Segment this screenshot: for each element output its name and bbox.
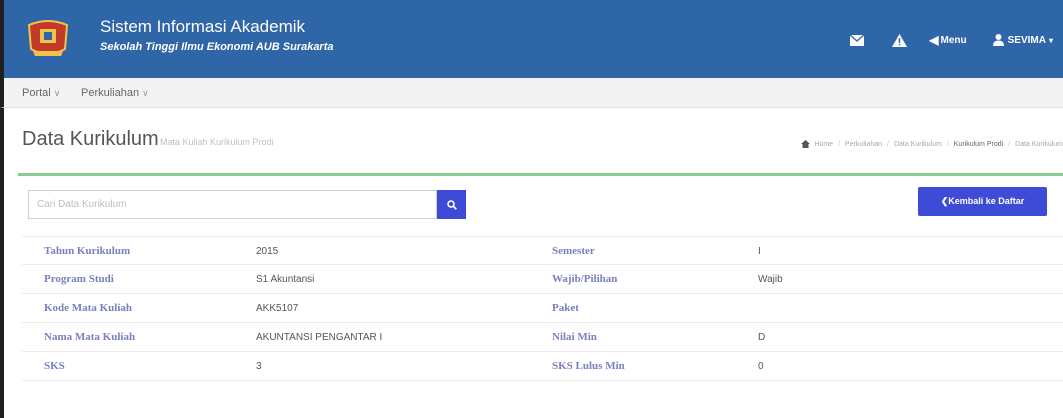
warning-icon[interactable]: [891, 32, 907, 48]
search-input[interactable]: [28, 190, 437, 219]
breadcrumb-separator: /: [887, 140, 889, 148]
detail-row: Kode Mata Kuliah AKK5107 Paket: [22, 294, 1063, 323]
field-label: SKS Lulus Min: [552, 360, 625, 372]
field-label: Tahun Kurikulum: [44, 245, 131, 257]
user-icon: [992, 34, 1004, 46]
caret-down-icon: ∨: [53, 88, 61, 98]
content-panel: ❮Kembali ke Daftar Tahun Kurikulum 2015 …: [0, 168, 1063, 418]
breadcrumb-separator: /: [946, 140, 949, 148]
top-bar: Sistem Informasi Akademik Sekolah Tinggi…: [0, 0, 1063, 78]
caret-down-icon: ▾: [1048, 35, 1053, 45]
user-label: SEVIMA: [1007, 34, 1046, 46]
top-nav: ◀ Menu SEVIMA ▾: [849, 30, 1053, 50]
breadcrumb-current: Data Kurikulum: [1015, 140, 1063, 148]
nav-item-label: Portal: [22, 87, 51, 99]
field-label: Nama Mata Kuliah: [44, 331, 136, 343]
page-subtitle: Mata Kuliah Kurikulum Prodi: [160, 137, 274, 147]
field-value: 2015: [256, 246, 279, 257]
field-label: Program Studi: [44, 273, 114, 285]
menu-arrow-icon: ◀: [929, 33, 939, 47]
home-icon: [801, 140, 811, 148]
field-value: Wajib: [758, 274, 783, 285]
search-icon: [446, 199, 457, 210]
nav-item-portal[interactable]: Portal ∨: [22, 87, 60, 99]
field-value: I: [758, 246, 761, 257]
field-label: Nilai Min: [552, 331, 597, 343]
back-to-list-button[interactable]: ❮Kembali ke Daftar: [918, 187, 1047, 216]
mail-icon[interactable]: [849, 32, 865, 48]
breadcrumb-separator: /: [1008, 140, 1011, 148]
breadcrumb-perkuliahan[interactable]: Perkuliahan: [845, 141, 882, 148]
breadcrumb-home[interactable]: Home: [814, 141, 833, 148]
field-label: Kode Mata Kuliah: [44, 302, 133, 314]
breadcrumb-data-kurikulum[interactable]: Data Kurikulum: [894, 141, 942, 148]
field-value: 3: [256, 361, 262, 372]
search-button[interactable]: [437, 190, 466, 219]
detail-table: Tahun Kurikulum 2015 Semester I Program …: [22, 236, 1063, 381]
logo: [25, 19, 71, 59]
detail-row: Program Studi S1 Akuntansi Wajib/Pilihan…: [22, 265, 1063, 294]
breadcrumb: Home / Perkuliahan / Data Kurikulum / Ku…: [801, 140, 1063, 148]
breadcrumb-kurikulum-prodi[interactable]: Kurikulum Prodi: [954, 141, 1003, 148]
page-title: Data Kurikulum: [22, 128, 159, 150]
panel-divider: [18, 173, 1063, 176]
field-label: SKS: [44, 360, 65, 372]
nav-item-perkuliahan[interactable]: Perkuliahan ∨: [81, 87, 149, 99]
field-value: D: [758, 332, 766, 343]
user-menu-button[interactable]: SEVIMA ▾: [992, 34, 1053, 46]
nav-item-label: Perkuliahan: [81, 87, 140, 99]
breadcrumb-separator: /: [838, 140, 841, 148]
detail-row: Nama Mata Kuliah AKUNTANSI PENGANTAR I N…: [22, 323, 1063, 352]
field-value: 0: [758, 361, 764, 372]
field-value: AKUNTANSI PENGANTAR I: [256, 332, 383, 343]
page-header: Data Kurikulum Mata Kuliah Kurikulum Pro…: [0, 108, 1063, 168]
field-label: Semester: [552, 245, 595, 257]
detail-row: SKS 3 SKS Lulus Min 0: [22, 352, 1063, 381]
field-value: AKK5107: [256, 303, 299, 314]
menu-label: Menu: [940, 34, 967, 46]
caret-down-icon: ∨: [142, 88, 149, 98]
app-title: Sistem Informasi Akademik: [100, 17, 306, 36]
menu-button[interactable]: ◀ Menu: [929, 33, 966, 47]
detail-row: Tahun Kurikulum 2015 Semester I: [22, 236, 1063, 265]
field-label: Paket: [552, 302, 579, 314]
field-label: Wajib/Pilihan: [552, 273, 618, 285]
back-to-list-label: Kembali ke Daftar: [948, 196, 1025, 206]
secondary-nav: Portal ∨ Perkuliahan ∨: [0, 78, 1063, 108]
field-value: S1 Akuntansi: [256, 274, 315, 285]
app-subtitle: Sekolah Tinggi Ilmu Ekonomi AUB Surakart…: [100, 41, 334, 53]
